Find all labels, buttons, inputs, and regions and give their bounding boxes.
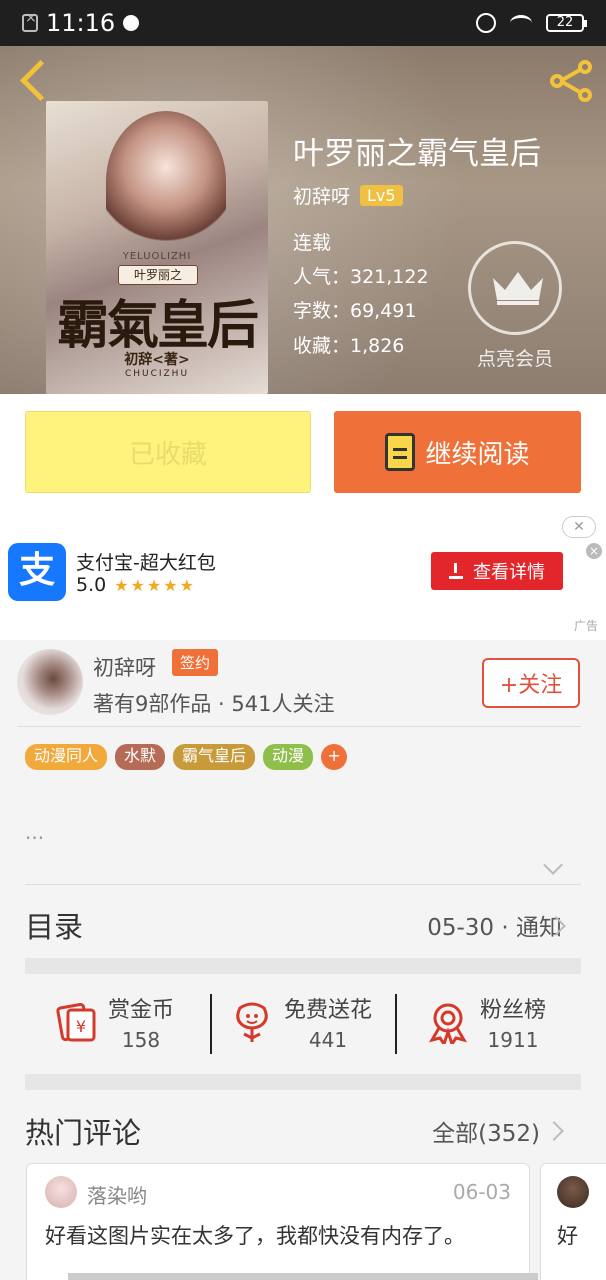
moon-icon <box>123 15 140 31</box>
action-bar: 已收藏 继续阅读 <box>0 394 606 510</box>
status-time: 11:16 <box>46 9 116 37</box>
crown-icon <box>493 272 543 305</box>
wifi-icon <box>510 15 532 31</box>
alarm-icon <box>476 13 496 33</box>
follow-button[interactable]: +关注 <box>482 658 580 708</box>
tag-item[interactable]: 水默 <box>115 744 166 770</box>
tag-list: 动漫同人 水默 霸气皇后 动漫 + <box>25 744 348 770</box>
author-stats: 著有9部作品 · 541人关注 <box>93 692 335 716</box>
add-tag-button[interactable]: + <box>321 744 348 770</box>
fan-rank-stat[interactable]: 粉丝榜 1911 <box>426 992 546 1052</box>
red-envelope-icon: ¥ <box>56 1002 96 1042</box>
chevron-right-icon[interactable] <box>544 1121 564 1141</box>
divider <box>17 726 581 727</box>
author-avatar[interactable] <box>17 649 83 715</box>
book-cover[interactable]: YELUOLIZHI 叶罗丽之 霸氣皇后 初辞<著> CHUCIZHU <box>46 101 268 394</box>
ad-tag: 广告 <box>573 619 598 633</box>
reward-coins-stat[interactable]: ¥ 赏金币 158 <box>54 992 174 1052</box>
section-separator <box>25 1074 581 1090</box>
ad-title: 支付宝-超大红包 <box>76 552 216 574</box>
ad-rating-value: 5.0 <box>76 574 107 596</box>
book-favorites: 收藏：1,826 <box>293 335 405 357</box>
book-title: 叶罗丽之霸气皇后 <box>293 136 541 172</box>
continue-reading-button[interactable]: 继续阅读 <box>334 411 581 493</box>
book-icon <box>385 433 416 471</box>
chevron-down-icon[interactable] <box>543 855 563 875</box>
battery-icon: 22 <box>546 14 587 32</box>
ad-details-label: 查看详情 <box>473 562 545 583</box>
free-flowers-value: 441 <box>308 1028 348 1052</box>
comment-text: 好看这图片实在太多了，我都快没有内存了。 <box>45 1224 465 1248</box>
tag-item[interactable]: 动漫同人 <box>25 744 108 770</box>
cover-pinyin: CHUCIZHU <box>124 369 190 379</box>
ad-rating: 5.0 ★★★★★ <box>76 574 196 596</box>
flower-icon <box>236 1002 268 1042</box>
continue-reading-label: 继续阅读 <box>425 439 530 470</box>
vip-label[interactable]: 点亮会员 <box>470 344 560 371</box>
all-comments-link[interactable]: 全部(352) <box>432 1114 540 1148</box>
divider <box>25 884 581 885</box>
comments-title: 热门评论 <box>25 1116 142 1150</box>
comments-header: 热门评论 全部(352) <box>0 1100 606 1160</box>
reward-coins-label: 赏金币 <box>108 998 175 1023</box>
share-icon[interactable] <box>548 58 594 104</box>
level-badge: Lv5 <box>360 185 403 206</box>
book-description: ... <box>25 820 45 844</box>
cover-illustration <box>106 111 226 251</box>
vip-button[interactable] <box>468 241 562 335</box>
book-header: YELUOLIZHI 叶罗丽之 霸氣皇后 初辞<著> CHUCIZHU 叶罗丽之… <box>0 46 606 394</box>
book-status: 连载 <box>293 232 332 254</box>
svg-text:¥: ¥ <box>76 1017 86 1036</box>
comment-date: 06-03 <box>452 1180 511 1204</box>
reward-coins-value: 158 <box>121 1028 161 1052</box>
status-bar: 11:16 22 <box>0 0 606 46</box>
comment-text: 好 <box>557 1224 578 1248</box>
toc-title[interactable]: 目录 <box>25 904 83 946</box>
comment-card[interactable]: 好 <box>540 1163 606 1280</box>
free-flowers-label: 免费送花 <box>284 998 373 1023</box>
book-popularity: 人气：321,122 <box>293 266 429 288</box>
section-separator <box>25 958 581 974</box>
collected-button[interactable]: 已收藏 <box>25 411 311 493</box>
alipay-logo-icon: 支 <box>8 543 66 601</box>
tag-item[interactable]: 动漫 <box>263 744 314 770</box>
stats-row: ¥ 赏金币 158 免费送花 441 粉丝榜 1911 <box>0 980 606 1090</box>
author-section: 初辞呀 签约 著有9部作品 · 541人关注 +关注 动漫同人 水默 霸气皇后 … <box>0 640 606 980</box>
ad-banner[interactable]: ✕ × 支 支付宝-超大红包 5.0 ★★★★★ 查看详情 广告 <box>0 510 606 640</box>
ad-details-button[interactable]: 查看详情 <box>431 552 563 590</box>
divider <box>210 994 212 1054</box>
commenter-avatar[interactable] <box>557 1176 589 1208</box>
commenter-avatar[interactable] <box>45 1176 77 1208</box>
book-author-row[interactable]: 初辞呀 Lv5 <box>293 182 403 209</box>
commenter-name[interactable]: 落染哟 <box>87 1180 147 1209</box>
toc-latest[interactable]: 05-30 · 通知 <box>427 908 562 942</box>
fan-rank-value: 1911 <box>487 1028 539 1052</box>
tag-item[interactable]: 霸气皇后 <box>173 744 256 770</box>
comment-card[interactable]: 落染哟 06-03 好看这图片实在太多了，我都快没有内存了。 <box>26 1163 530 1280</box>
book-author[interactable]: 初辞呀 <box>293 182 350 209</box>
scroll-indicator <box>68 1273 538 1280</box>
cover-pill: 叶罗丽之 <box>118 265 198 285</box>
medal-icon <box>428 1003 468 1044</box>
book-word-count: 字数：69,491 <box>293 300 417 322</box>
star-icon: ★★★★★ <box>114 575 196 595</box>
back-icon[interactable] <box>16 62 52 102</box>
cover-author: 初辞<著> <box>124 352 190 368</box>
notification-icon <box>22 10 38 32</box>
download-icon <box>449 563 463 579</box>
ad-close-button[interactable]: ✕ <box>562 516 596 538</box>
divider <box>395 994 397 1054</box>
cover-subtitle: YELUOLIZHI <box>122 251 192 262</box>
signed-badge: 签约 <box>172 649 219 676</box>
ad-dismiss-icon[interactable]: × <box>586 543 602 559</box>
cover-title: 霸氣皇后 <box>56 295 259 356</box>
free-flowers-stat[interactable]: 免费送花 441 <box>230 992 372 1052</box>
author-name[interactable]: 初辞呀 <box>93 652 156 682</box>
fan-rank-label: 粉丝榜 <box>480 998 547 1023</box>
